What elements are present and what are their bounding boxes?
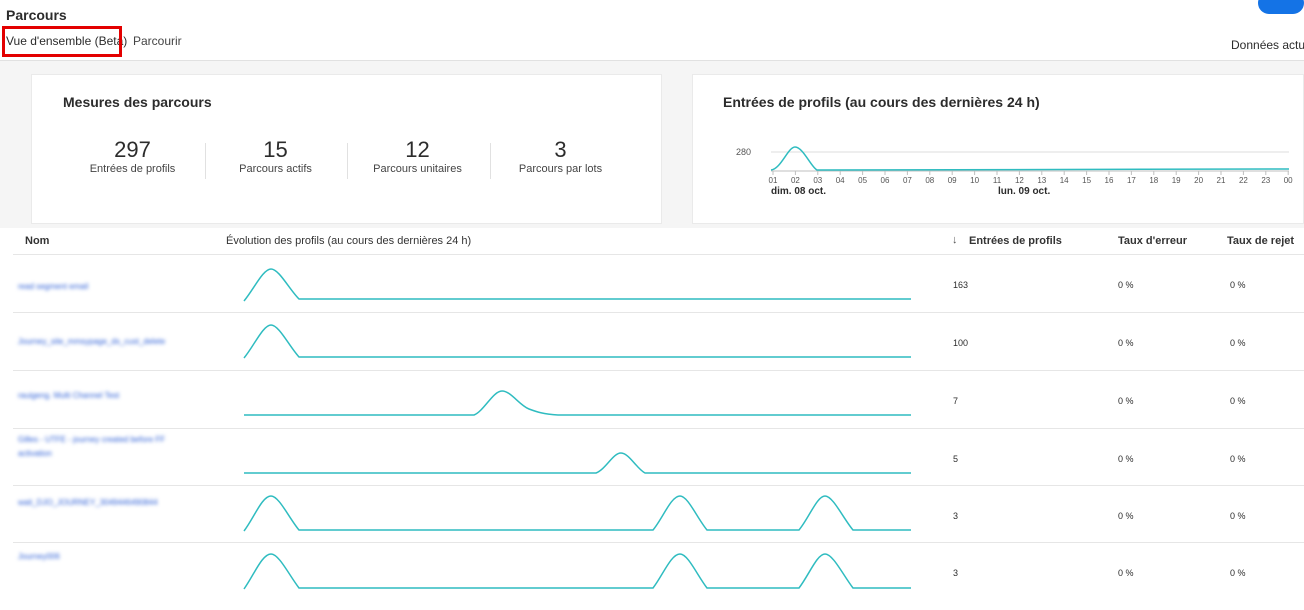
top-action-button[interactable] (1258, 0, 1304, 14)
column-header-entries[interactable]: Entrées de profils (969, 235, 1062, 247)
x-tick-label: 11 (993, 176, 1002, 185)
sort-descending-icon[interactable]: ↓ (952, 234, 958, 246)
journeys-table: Nom Évolution des profils (au cours des … (0, 228, 1304, 610)
metric-batch-journeys: 3 Parcours par lots (489, 137, 632, 175)
entries-cell: 3 (953, 511, 959, 521)
metric-unitary-journeys: 12 Parcours unitaires (346, 137, 489, 175)
x-tick-label: 14 (1060, 176, 1069, 185)
metric-label: Parcours unitaires (373, 163, 462, 175)
profile-evolution-sparkline (243, 324, 911, 359)
reject-rate-cell: 0 % (1230, 280, 1246, 290)
metric-active-journeys: 15 Parcours actifs (204, 137, 347, 175)
table-row[interactable]: rauigeng. Multi Channel Test 7 0 % 0 % (13, 370, 1304, 428)
tab-browse[interactable]: Parcourir (133, 34, 182, 48)
x-tick-label: 03 (813, 176, 822, 185)
reject-rate-cell: 0 % (1230, 511, 1246, 521)
entries-cell: 5 (953, 454, 959, 464)
x-tick-label: 07 (903, 176, 912, 185)
day-label: dim. 08 oct. (771, 186, 826, 197)
profile-evolution-sparkline (244, 452, 911, 474)
x-tick-label: 18 (1149, 176, 1158, 185)
entries-cell: 163 (953, 280, 969, 290)
metric-value: 297 (114, 137, 151, 162)
error-rate-cell: 0 % (1118, 568, 1134, 578)
day-label: lun. 09 oct. (998, 186, 1050, 197)
column-header-evolution: Évolution des profils (au cours des dern… (226, 235, 472, 247)
x-tick-label: 08 (925, 176, 934, 185)
error-rate-cell: 0 % (1118, 280, 1134, 290)
x-tick-label: 21 (1217, 176, 1226, 185)
profile-entries-card: Entrées de profils (au cours des dernièr… (692, 74, 1304, 224)
profile-evolution-sparkline (243, 553, 911, 590)
entries-cell: 3 (953, 568, 959, 578)
x-tick-label: 02 (791, 176, 800, 185)
column-header-error-rate[interactable]: Taux d'erreur (1118, 235, 1187, 247)
x-tick-label: 13 (1037, 176, 1046, 185)
x-tick-label: 22 (1239, 176, 1248, 185)
x-tick-label: 16 (1105, 176, 1114, 185)
profile-evolution-sparkline (243, 495, 911, 532)
x-tick-label: 04 (836, 176, 845, 185)
page-header: Parcours Vue d'ensemble (Beta) Parcourir… (0, 0, 1304, 61)
x-tick-label: 00 (1284, 176, 1293, 185)
x-tick-label: 17 (1127, 176, 1136, 185)
metric-value: 15 (263, 137, 288, 162)
highlight-annotation (2, 26, 122, 57)
error-rate-cell: 0 % (1118, 454, 1134, 464)
y-tick-label: 280 (736, 147, 751, 157)
x-tick-label: 06 (881, 176, 890, 185)
reject-rate-cell: 0 % (1230, 338, 1246, 348)
metric-label: Entrées de profils (89, 163, 176, 175)
x-tick-label: 19 (1172, 176, 1181, 185)
x-tick-label: 09 (948, 176, 957, 185)
journey-metrics-card: Mesures des parcours 297 Entrées de prof… (31, 74, 662, 224)
x-tick-label: 10 (970, 176, 979, 185)
x-tick-label: 15 (1082, 176, 1091, 185)
profile-evolution-sparkline (243, 268, 911, 302)
page-title: Parcours (6, 7, 67, 23)
x-tick-label: 23 (1261, 176, 1270, 185)
x-tick-label: 05 (858, 176, 867, 185)
entries-line (770, 146, 1290, 171)
entries-cell: 7 (953, 396, 959, 406)
metric-profile-entries: 297 Entrées de profils (61, 137, 204, 175)
x-axis-ticks: 01 02 03 04 05 06 07 08 09 10 11 12 13 14 15 16 17 18 19 20… (769, 171, 1293, 185)
error-rate-cell: 0 % (1118, 511, 1134, 521)
metric-label: Parcours par lots (518, 163, 603, 175)
metric-value: 12 (405, 137, 430, 162)
column-header-reject-rate[interactable]: Taux de rejet (1227, 235, 1294, 247)
reject-rate-cell: 0 % (1230, 568, 1246, 578)
error-rate-cell: 0 % (1118, 396, 1134, 406)
table-row[interactable]: wait_DJO_JOURNEY_3049446490844 3 0 % 0 % (13, 485, 1304, 543)
x-tick-label: 20 (1194, 176, 1203, 185)
error-rate-cell: 0 % (1118, 338, 1134, 348)
table-row[interactable]: Journey006 3 0 % 0 % (13, 542, 1304, 600)
table-row[interactable]: Gilles - UTFE - journey created before F… (13, 428, 1304, 486)
metric-value: 3 (554, 137, 567, 162)
metric-label: Parcours actifs (239, 163, 312, 175)
profile-entries-chart: 280 01 02 03 04 05 06 07 08 09 10 11 12 13 14 15 16 17 18… (736, 146, 1293, 197)
table-row[interactable]: read segment email 163 0 % 0 % (13, 254, 1304, 312)
reject-rate-cell: 0 % (1230, 396, 1246, 406)
x-tick-label: 01 (769, 176, 778, 185)
last-update-text: Données actua (1231, 38, 1304, 52)
table-row[interactable]: Journey_site_mmsypage_ds_cust_delete 100… (13, 312, 1304, 370)
metrics-card-title: Mesures des parcours (63, 94, 212, 110)
column-header-name[interactable]: Nom (25, 235, 49, 247)
x-tick-label: 12 (1015, 176, 1024, 185)
entries-cell: 100 (953, 338, 969, 348)
reject-rate-cell: 0 % (1230, 454, 1246, 464)
profile-evolution-sparkline (244, 390, 911, 416)
